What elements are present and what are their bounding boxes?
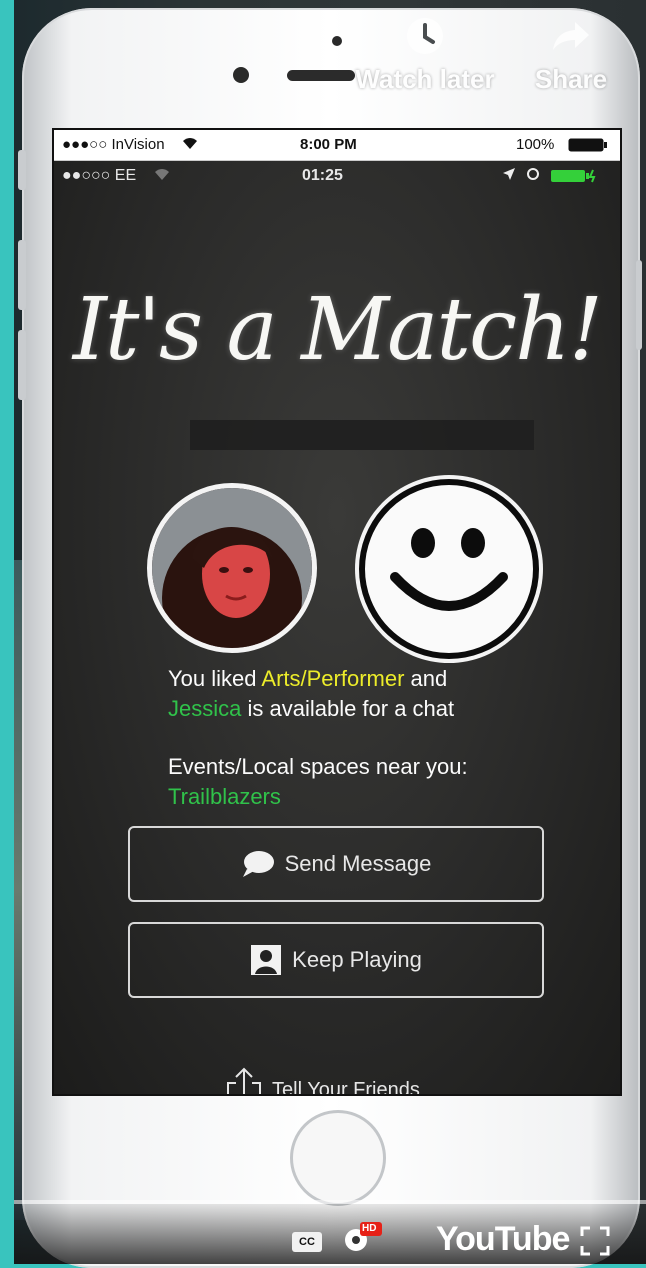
phone-screen: ●●●○○ InVision 8:00 PM 100% ●●○○○ EE 01:… xyxy=(52,128,622,1096)
inner-carrier-label: ●●○○○ EE xyxy=(62,167,137,184)
liked-category: Arts/Performer xyxy=(261,666,405,691)
send-message-label: Send Message xyxy=(284,851,432,876)
inner-wifi-icon xyxy=(154,167,170,186)
inner-status-time: 01:25 xyxy=(302,167,343,184)
location-arrow-icon xyxy=(502,167,516,186)
watch-later-label: Watch later xyxy=(355,64,495,94)
status-time: 8:00 PM xyxy=(300,136,357,153)
smiley-face-icon xyxy=(359,479,539,659)
keep-playing-label: Keep Playing xyxy=(292,947,422,972)
phone-volume-down xyxy=(18,330,26,400)
fullscreen-icon[interactable] xyxy=(580,1226,610,1261)
match-title: It's a Match! xyxy=(72,280,603,380)
redacted-bar xyxy=(190,420,534,450)
front-sensor xyxy=(332,36,342,46)
tell-friends-link[interactable]: Tell Your Friends xyxy=(226,1067,420,1096)
charging-battery-icon xyxy=(550,169,598,188)
hd-badge: HD xyxy=(362,1223,377,1234)
wifi-icon xyxy=(182,136,198,154)
share-control[interactable]: Share xyxy=(496,14,646,95)
earpiece-speaker xyxy=(287,70,355,81)
phone-volume-up xyxy=(18,240,26,310)
speech-bubble-icon xyxy=(241,849,275,879)
events-block: Events/Local spaces near you: Trailblaze… xyxy=(168,752,608,812)
share-arrow-icon xyxy=(496,14,646,64)
battery-icon xyxy=(568,138,608,156)
share-box-icon xyxy=(226,1067,262,1094)
watch-later-control[interactable]: Watch later xyxy=(350,14,500,95)
events-label: Events/Local spaces near you: xyxy=(168,754,468,779)
tell-friends-label: Tell Your Friends xyxy=(272,1078,420,1096)
available-text: is available for a chat xyxy=(241,696,455,721)
alarm-icon xyxy=(526,167,540,186)
phone-power-button xyxy=(636,260,642,350)
phone-side-button xyxy=(18,150,26,190)
match-name: Jessica xyxy=(168,696,242,721)
front-camera xyxy=(233,67,249,83)
send-message-button[interactable]: Send Message xyxy=(128,826,544,902)
liked-prefix: You liked xyxy=(168,666,262,691)
settings-gear-icon[interactable]: HD xyxy=(340,1220,384,1261)
status-bar-inner: ●●○○○ EE 01:25 xyxy=(54,161,620,191)
carrier-label: ●●●○○ InVision xyxy=(62,136,165,153)
match-message: You liked Arts/Performer and Jessica is … xyxy=(168,664,608,724)
share-label: Share xyxy=(534,64,608,94)
person-card-icon xyxy=(250,944,282,976)
youtube-progress-track[interactable] xyxy=(14,1200,646,1204)
youtube-logo[interactable]: YouTube xyxy=(436,1220,570,1259)
liked-suffix: and xyxy=(404,666,448,691)
keep-playing-button[interactable]: Keep Playing xyxy=(128,922,544,998)
captions-button[interactable]: CC xyxy=(292,1232,322,1252)
clock-icon xyxy=(350,14,500,64)
status-bar-outer: ●●●○○ InVision 8:00 PM 100% xyxy=(54,130,620,161)
event-name: Trailblazers xyxy=(168,784,281,809)
home-button[interactable] xyxy=(290,1110,386,1206)
battery-percent: 100% xyxy=(516,136,555,153)
match-avatar-photo xyxy=(147,483,317,653)
